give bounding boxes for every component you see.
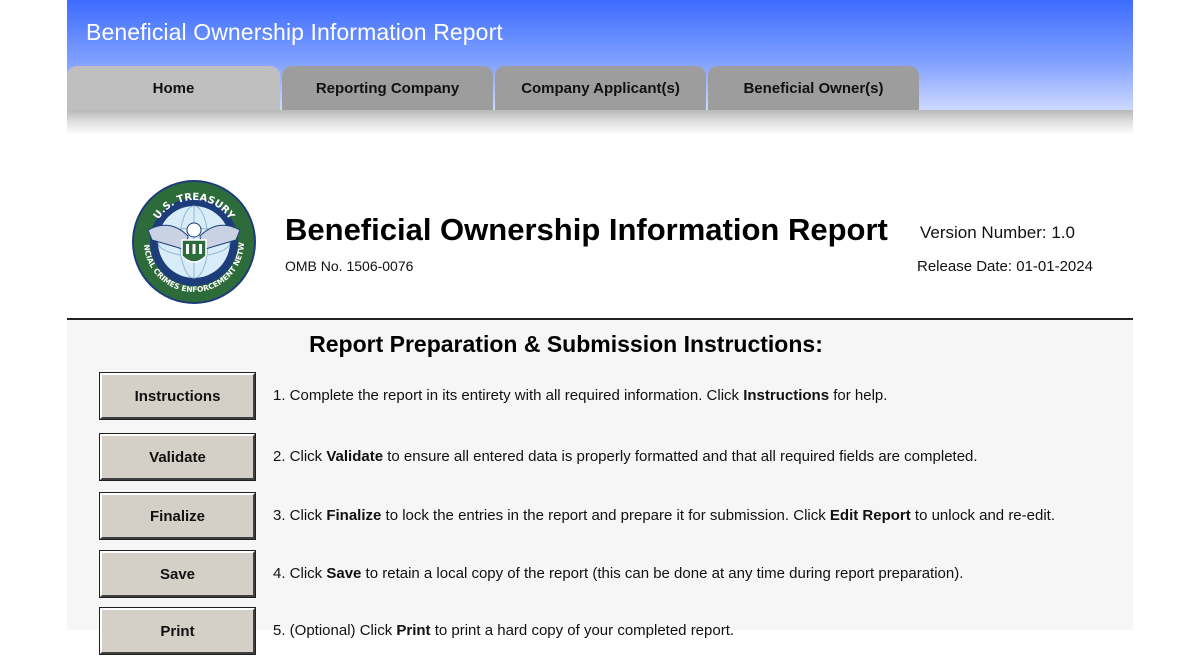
tab-company-applicants[interactable]: Company Applicant(s) (495, 66, 706, 111)
app-title: Beneficial Ownership Information Report (86, 19, 503, 45)
step-text: 1. Complete the report in its entirety w… (273, 387, 888, 404)
step-row: Print 5. (Optional) Click Print to print… (99, 607, 1130, 656)
tab-bar: Home Reporting Company Company Applicant… (67, 66, 921, 111)
tab-beneficial-owners[interactable]: Beneficial Owner(s) (708, 66, 919, 111)
version-number: Version Number: 1.0 (920, 223, 1075, 242)
tab-home[interactable]: Home (67, 66, 280, 111)
step-row: Save 4. Click Save to retain a local cop… (99, 550, 1130, 599)
step-text: 2. Click Validate to ensure all entered … (273, 448, 978, 465)
report-title: Beneficial Ownership Information Report (285, 212, 888, 247)
tab-reporting-company[interactable]: Reporting Company (282, 66, 493, 111)
save-button[interactable]: Save (99, 550, 256, 598)
print-button[interactable]: Print (99, 607, 256, 655)
instructions-panel: Report Preparation & Submission Instruct… (67, 320, 1133, 655)
step-row: Instructions 1. Complete the report in i… (99, 372, 1130, 421)
release-date: Release Date: 01-01-2024 (917, 258, 1093, 275)
app-banner: Beneficial Ownership Information Report … (67, 0, 1133, 111)
finalize-button[interactable]: Finalize (99, 492, 256, 540)
header-shadow (67, 110, 1133, 135)
step-row: Validate 2. Click Validate to ensure all… (99, 433, 1130, 482)
page: Beneficial Ownership Information Report … (67, 0, 1133, 655)
step-text: 5. (Optional) Click Print to print a har… (273, 622, 735, 639)
instructions-button[interactable]: Instructions (99, 372, 256, 420)
step-text: 4. Click Save to retain a local copy of … (273, 565, 964, 582)
omb-number: OMB No. 1506-0076 (285, 258, 414, 274)
fincen-seal-icon: U.S. TREASURY FINANCIAL CRIMES ENFORCEME… (130, 178, 256, 304)
step-text: 3. Click Finalize to lock the entries in… (273, 507, 1056, 524)
instructions-title: Report Preparation & Submission Instruct… (309, 331, 823, 357)
step-row: Finalize 3. Click Finalize to lock the e… (99, 492, 1130, 541)
validate-button[interactable]: Validate (99, 433, 256, 481)
